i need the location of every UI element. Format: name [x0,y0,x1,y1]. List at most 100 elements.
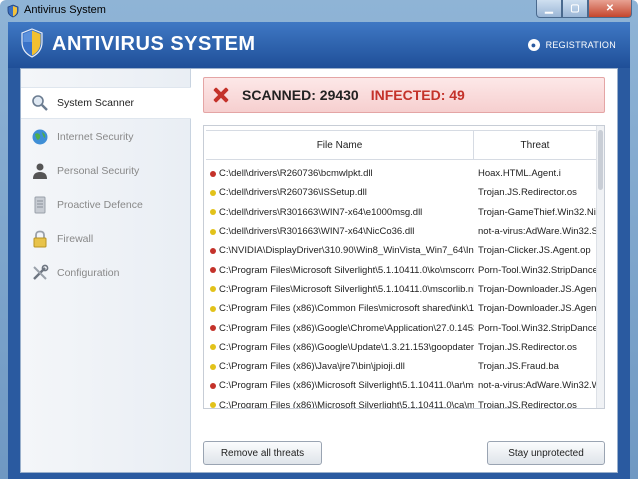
file-path-cell: C:\dell\drivers\R260736\ISSetup.dll [206,187,474,198]
column-header-threat[interactable]: Threat [474,131,596,159]
severity-dot-icon [210,189,216,196]
sidebar-item-configuration[interactable]: Configuration [21,257,191,289]
threat-name-cell: Hoax.HTML.Agent.i [478,168,561,180]
close-button[interactable]: ✕ [588,0,632,18]
registration-icon: ● [527,39,540,51]
file-path-cell: C:\Program Files (x86)\Java\jre7\bin\jpi… [206,361,474,372]
threat-name-cell: Trojan.JS.Fraud.ba [478,361,559,373]
table-body: C:\dell\drivers\R260736\bcmwlpkt.dll Hoax… [206,164,596,409]
sidebar-item-label: Configuration [57,267,120,279]
remove-all-threats-button[interactable]: Remove all threats [203,441,322,465]
error-x-icon [212,86,230,104]
file-path-cell: C:\NVIDIA\DisplayDriver\310.90\Win8_WinV… [206,245,474,256]
threat-name-cell: Trojan-Clicker.JS.Agent.op [478,245,591,257]
file-path-text: C:\Program Files (x86)\Google\Update\1.3… [219,341,474,353]
threat-name-cell: Trojan.JS.Redirector.os [478,399,577,409]
table-row[interactable]: C:\Program Files\Microsoft Silverlight\5… [206,260,596,279]
file-path-cell: C:\Program Files\Microsoft Silverlight\5… [206,265,474,276]
file-path-cell: C:\Program Files\Microsoft Silverlight\5… [206,284,474,295]
table-row[interactable]: C:\Program Files\Microsoft Silverlight\5… [206,280,596,299]
file-path-text: C:\Program Files (x86)\Microsoft Silverl… [219,399,474,409]
sidebar-item-label: Proactive Defence [57,199,143,211]
sidebar: System Scanner Internet Security Persona… [21,69,192,472]
sidebar-item-label: Firewall [57,233,94,245]
file-path-cell: C:\Program Files (x86)\Google\Chrome\App… [206,323,474,334]
table-row[interactable]: C:\dell\drivers\R260736\ISSetup.dll Troja… [206,183,596,202]
severity-dot-icon [210,382,216,389]
active-indicator [184,97,192,111]
table-row[interactable]: C:\dell\drivers\R301663\WIN7-x64\NicCo36… [206,222,596,241]
table-row[interactable]: C:\dell\drivers\R301663\WIN7-x64\e1000ms… [206,203,596,222]
threat-name-cell: Porn-Tool.Win32.StripDance [478,322,596,334]
table-row[interactable]: C:\Program Files (x86)\Google\Chrome\App… [206,318,596,337]
table-row[interactable]: C:\Program Files (x86)\Java\jre7\bin\jpi… [206,357,596,376]
minimize-button[interactable]: ▁ [536,0,562,18]
sidebar-item-label: Internet Security [57,131,134,143]
app-title: ANTIVIRUS SYSTEM [52,33,256,55]
app-header: ANTIVIRUS SYSTEM ● REGISTRATION [8,22,630,68]
sidebar-item-system-scanner[interactable]: System Scanner [21,87,192,119]
person-icon [31,162,49,180]
sidebar-item-internet-security[interactable]: Internet Security [21,121,191,153]
app-window: Antivirus System ▁ ▢ ✕ ANTIVIRUS SYSTEM … [0,0,638,479]
severity-dot-icon [210,402,216,408]
table-row[interactable]: C:\NVIDIA\DisplayDriver\310.90\Win8_WinV… [206,241,596,260]
threat-name-cell: not-a-virus:AdWare.Win32.W [478,380,596,392]
file-path-text: C:\NVIDIA\DisplayDriver\310.90\Win8_WinV… [219,245,474,257]
threat-name-cell: Porn-Tool.Win32.StripDance [478,264,596,276]
file-path-cell: C:\Program Files (x86)\Common Files\micr… [206,303,474,314]
file-path-cell: C:\Program Files (x86)\Google\Update\1.3… [206,342,474,353]
file-path-text: C:\Program Files (x86)\Java\jre7\bin\jpi… [219,361,405,373]
table-row[interactable]: C:\Program Files (x86)\Microsoft Silverl… [206,376,596,395]
file-path-text: C:\dell\drivers\R260736\ISSetup.dll [219,187,367,199]
file-path-cell: C:\dell\drivers\R301663\WIN7-x64\NicCo36… [206,226,474,237]
sidebar-item-personal-security[interactable]: Personal Security [21,155,191,187]
scanned-count: SCANNED: 29430 [242,87,359,103]
threat-name-cell: not-a-virus:AdWare.Win32.Su [478,226,596,238]
sidebar-item-label: Personal Security [57,165,140,177]
threat-name-cell: Trojan-GameThief.Win32.Nil [478,206,596,218]
maximize-icon: ▢ [570,3,580,14]
threat-table: File Name Threat C:\dell\drivers\R260736… [203,125,605,409]
file-path-text: C:\dell\drivers\R301663\WIN7-x64\e1000ms… [219,206,423,218]
severity-dot-icon [210,170,216,177]
file-path-cell: C:\dell\drivers\R260736\bcmwlpkt.dll [206,168,474,179]
scan-status-banner: SCANNED: 29430 INFECTED: 49 [203,77,605,113]
title-bar[interactable]: Antivirus System ▁ ▢ ✕ [0,0,638,22]
registration-label: REGISTRATION [545,40,616,50]
main-panel: System Scanner Internet Security Persona… [20,68,618,473]
table-row[interactable]: C:\Program Files (x86)\Google\Update\1.3… [206,338,596,357]
close-icon: ✕ [605,3,615,14]
maximize-button[interactable]: ▢ [562,0,588,18]
sidebar-item-firewall[interactable]: Firewall [21,223,191,255]
table-row[interactable]: C:\Program Files (x86)\Common Files\micr… [206,299,596,318]
magnifier-icon [31,94,49,112]
file-path-cell: C:\Program Files (x86)\Microsoft Silverl… [206,399,474,409]
lock-icon [31,230,49,248]
stay-unprotected-button[interactable]: Stay unprotected [487,441,605,465]
infected-count: INFECTED: 49 [370,87,465,103]
file-path-text: C:\Program Files\Microsoft Silverlight\5… [219,283,474,295]
table-scrollbar[interactable] [596,126,604,408]
file-path-cell: C:\Program Files (x86)\Microsoft Silverl… [206,380,474,391]
severity-dot-icon [210,247,216,254]
table-row[interactable]: C:\Program Files (x86)\Microsoft Silverl… [206,396,596,409]
severity-dot-icon [210,209,216,216]
file-path-cell: C:\dell\drivers\R301663\WIN7-x64\e1000ms… [206,207,474,218]
column-header-file-name[interactable]: File Name [206,131,474,159]
registration-link[interactable]: ● REGISTRATION [527,39,616,51]
severity-dot-icon [210,228,216,235]
severity-dot-icon [210,325,216,332]
scrollbar-thumb[interactable] [598,130,603,190]
severity-dot-icon [210,363,216,370]
shield-icon [7,4,19,18]
threat-name-cell: Trojan-Downloader.JS.Agent [478,303,596,315]
sidebar-item-proactive-defence[interactable]: Proactive Defence [21,189,191,221]
threat-name-cell: Trojan.JS.Redirector.os [478,341,577,353]
table-row[interactable]: C:\dell\drivers\R260736\bcmwlpkt.dll Hoax… [206,164,596,183]
threat-name-cell: Trojan-Downloader.JS.Agent [478,283,596,295]
severity-dot-icon [210,344,216,351]
globe-icon [31,128,49,146]
file-path-text: C:\dell\drivers\R301663\WIN7-x64\NicCo36… [219,226,415,238]
severity-dot-icon [210,267,216,274]
